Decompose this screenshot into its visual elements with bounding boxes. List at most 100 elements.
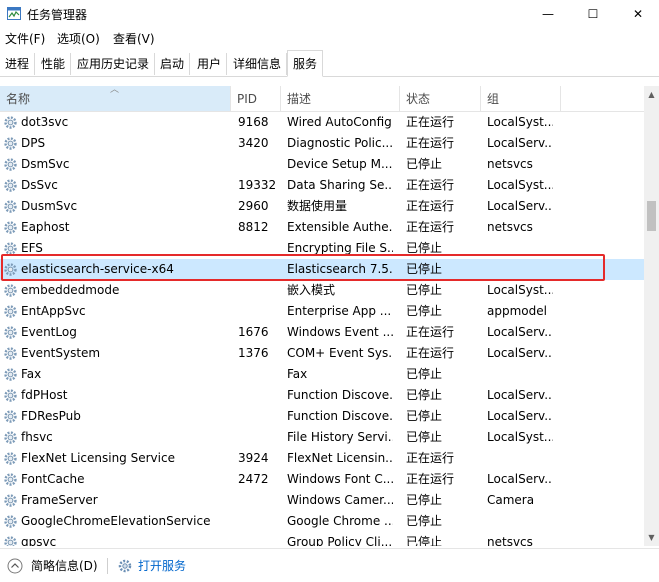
service-status: 已停止	[406, 304, 443, 318]
service-row[interactable]: GoogleChromeElevationService Google Chrom…	[0, 511, 644, 532]
service-pid	[238, 301, 278, 322]
maximize-button[interactable]: ☐	[570, 0, 616, 28]
service-gear-icon	[3, 136, 18, 151]
menu-view[interactable]: 查看(V)	[113, 30, 155, 47]
service-pid: 9168	[238, 115, 269, 129]
service-status: 已停止	[406, 157, 443, 171]
service-pid	[238, 364, 278, 385]
service-status: 已停止	[406, 283, 443, 297]
open-services-link[interactable]: 打开服务	[117, 557, 186, 574]
service-group: netsvcs	[487, 535, 533, 546]
service-group: LocalSyst...	[487, 178, 553, 192]
service-status: 正在运行	[406, 115, 455, 129]
service-status: 正在运行	[406, 136, 455, 150]
service-row[interactable]: FrameServer Windows Camer... 已停止 Camera	[0, 490, 644, 511]
fewer-details-label: 简略信息(D)	[31, 559, 98, 573]
service-group: LocalServ...	[487, 346, 553, 360]
service-group: appmodel	[487, 304, 547, 318]
service-row[interactable]: EventSystem 1376 COM+ Event Sys... 正在运行 Loca…	[0, 343, 644, 364]
service-gear-icon	[3, 157, 18, 172]
service-status: 已停止	[406, 535, 443, 546]
scroll-up-icon[interactable]: ▲	[644, 86, 659, 103]
column-header-group[interactable]: 组	[481, 86, 561, 111]
service-description: Function Discove...	[287, 388, 393, 402]
service-name: EventLog	[21, 325, 77, 339]
tab-app-history[interactable]: 应用历史记录	[72, 53, 156, 75]
service-row[interactable]: dot3svc 9168 Wired AutoConfig 正在运行 LocalSyst…	[0, 112, 644, 133]
service-row[interactable]: Fax Fax 已停止	[0, 364, 644, 385]
service-row[interactable]: EntAppSvc Enterprise App ... 已停止 appmodel	[0, 301, 644, 322]
column-header-description[interactable]: 描述	[281, 86, 400, 111]
service-row[interactable]: fhsvc File History Servi... 已停止 LocalSyst..…	[0, 427, 644, 448]
service-group: LocalServ...	[487, 388, 553, 402]
service-pid: 3924	[238, 451, 269, 465]
services-list: ︿ 名称 PID 描述 状态 组 dot3svc 9168 Wired AutoCo…	[0, 86, 659, 546]
service-description: Windows Camer...	[287, 493, 393, 507]
service-description: 数据使用量	[287, 199, 348, 213]
service-status: 正在运行	[406, 199, 455, 213]
column-header-name[interactable]: ︿ 名称	[0, 86, 231, 111]
minimize-button[interactable]: —	[525, 0, 571, 28]
menu-options[interactable]: 选项(O)	[57, 30, 100, 47]
service-pid: 1676	[238, 325, 269, 339]
service-row[interactable]: DusmSvc 2960 数据使用量 正在运行 LocalServ...	[0, 196, 644, 217]
service-name: DusmSvc	[21, 199, 78, 213]
service-row[interactable]: DsmSvc Device Setup M... 已停止 netsvcs	[0, 154, 644, 175]
tab-users[interactable]: 用户	[192, 53, 228, 75]
service-status: 已停止	[406, 388, 443, 402]
service-row[interactable]: fdPHost Function Discove... 已停止 LocalServ..…	[0, 385, 644, 406]
service-group: netsvcs	[487, 220, 533, 234]
service-status: 已停止	[406, 514, 443, 528]
service-row[interactable]: gpsvc Group Policy Cli... 已停止 netsvcs	[0, 532, 644, 546]
service-pid	[238, 490, 278, 511]
service-group: LocalSyst...	[487, 430, 553, 444]
column-header-status[interactable]: 状态	[400, 86, 481, 111]
service-status: 已停止	[406, 409, 443, 423]
tab-startup[interactable]: 启动	[155, 53, 191, 75]
service-group: LocalServ...	[487, 409, 553, 423]
title-bar: 任务管理器 — ☐ ✕	[0, 0, 659, 28]
tab-details[interactable]: 详细信息	[228, 53, 288, 75]
service-description: Diagnostic Polic...	[287, 136, 393, 150]
service-gear-icon	[3, 178, 18, 193]
service-group	[487, 511, 553, 532]
tab-services[interactable]: 服务	[287, 50, 324, 77]
service-name: EntAppSvc	[21, 304, 86, 318]
service-name: fhsvc	[21, 430, 53, 444]
service-description: Google Chrome ...	[287, 514, 393, 528]
service-description: File History Servi...	[287, 430, 393, 444]
service-group: LocalServ...	[487, 136, 553, 150]
tab-performance[interactable]: 性能	[36, 53, 72, 75]
service-status: 正在运行	[406, 220, 455, 234]
service-status: 正在运行	[406, 178, 455, 192]
service-row[interactable]: DPS 3420 Diagnostic Polic... 正在运行 LocalServ.…	[0, 133, 644, 154]
service-row[interactable]: FlexNet Licensing Service 3924 FlexNet Lic…	[0, 448, 644, 469]
service-row[interactable]: FontCache 2472 Windows Font C... 正在运行 LocalS…	[0, 469, 644, 490]
service-name: FontCache	[21, 472, 85, 486]
service-row[interactable]: DsSvc 19332 Data Sharing Se... 正在运行 LocalSys…	[0, 175, 644, 196]
service-name: DPS	[21, 136, 46, 150]
scroll-down-icon[interactable]: ▼	[644, 529, 659, 546]
service-status: 已停止	[406, 367, 443, 381]
service-row[interactable]: Eaphost 8812 Extensible Authe... 正在运行 netsvc…	[0, 217, 644, 238]
service-gear-icon	[3, 220, 18, 235]
scroll-thumb[interactable]	[647, 201, 656, 231]
service-description: Data Sharing Se...	[287, 178, 393, 192]
service-description: Windows Event ...	[287, 325, 393, 339]
menu-file[interactable]: 文件(F)	[5, 30, 45, 47]
service-gear-icon	[3, 367, 18, 382]
vertical-scrollbar[interactable]: ▲ ▼	[644, 86, 659, 546]
tab-processes[interactable]: 进程	[0, 53, 36, 75]
service-row[interactable]: EventLog 1676 Windows Event ... 正在运行 LocalSe…	[0, 322, 644, 343]
service-group: LocalServ...	[487, 199, 553, 213]
service-row[interactable]: FDResPub Function Discove... 已停止 LocalServ.…	[0, 406, 644, 427]
service-pid: 19332	[238, 178, 277, 192]
column-header-pid[interactable]: PID	[231, 86, 281, 111]
service-description: FlexNet Licensin...	[287, 451, 393, 465]
service-description: Function Discove...	[287, 409, 393, 423]
column-header-row: ︿ 名称 PID 描述 状态 组	[0, 86, 644, 112]
service-row[interactable]: embeddedmode 嵌入模式 已停止 LocalSyst...	[0, 280, 644, 301]
fewer-details-button[interactable]: 简略信息(D)	[7, 557, 98, 574]
close-button[interactable]: ✕	[615, 0, 659, 28]
service-gear-icon	[3, 388, 18, 403]
